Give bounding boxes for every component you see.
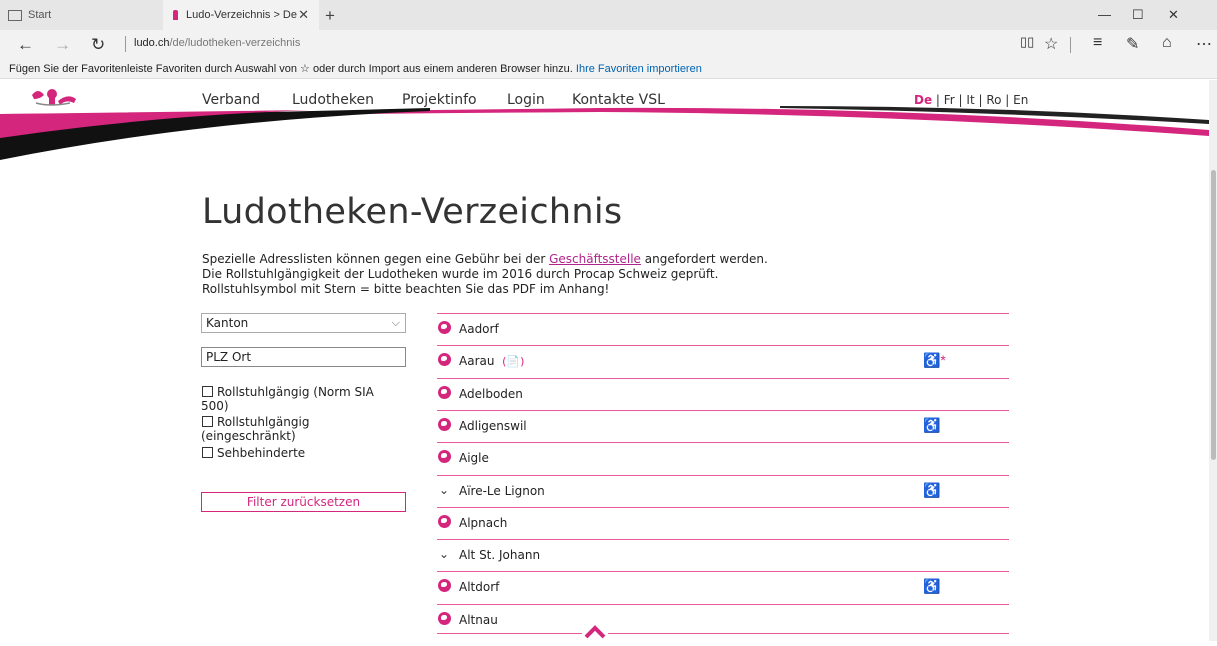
- favorite-star-icon[interactable]: ☆: [1044, 34, 1058, 54]
- url-divider: [125, 36, 126, 52]
- globe-icon[interactable]: [438, 321, 451, 334]
- page-title: Ludotheken-Verzeichnis: [202, 192, 623, 232]
- chevron-down-icon[interactable]: ⌄: [439, 547, 449, 561]
- chevron-down-icon: ⌵: [391, 316, 400, 329]
- intro-text: Spezielle Adresslisten können gegen eine…: [202, 252, 768, 297]
- scroll-to-top-button[interactable]: [582, 623, 608, 641]
- url-host: ludo.ch: [134, 37, 170, 49]
- list-item-name[interactable]: Altnau: [459, 613, 498, 627]
- favorites-bar-text: Fügen Sie der Favoritenleiste Favoriten …: [9, 63, 573, 75]
- list-item-label: Aarau: [459, 354, 495, 368]
- checkbox-box[interactable]: [202, 416, 213, 427]
- globe-icon[interactable]: [438, 418, 451, 431]
- wheelchair-icon: ♿: [923, 482, 941, 498]
- list-item-name[interactable]: Aigle: [459, 451, 489, 465]
- intro-line1-after: angefordert werden.: [640, 252, 768, 266]
- checkbox-box[interactable]: [202, 447, 213, 458]
- globe-icon[interactable]: [438, 353, 451, 366]
- checkbox-rollstuhl-eingeschraenkt[interactable]: Rollstuhlgängig (eingeschränkt): [201, 415, 401, 443]
- kanton-value: Kanton: [206, 316, 249, 330]
- favorites-bar: Fügen Sie der Favoritenleiste Favoriten …: [0, 59, 1217, 79]
- globe-icon[interactable]: [438, 386, 451, 399]
- close-window-button[interactable]: ✕: [1168, 7, 1179, 23]
- checkbox-sehbehinderte[interactable]: Sehbehinderte: [201, 446, 401, 460]
- list-item[interactable]: Altnau: [437, 604, 1009, 636]
- tab-start-label: Start: [28, 9, 52, 21]
- favicon-icon: [173, 10, 178, 20]
- list-item[interactable]: ⌄ Alt St. Johann: [437, 539, 1009, 571]
- forward-button[interactable]: →: [54, 35, 71, 55]
- list-item-name[interactable]: Alt St. Johann: [459, 548, 540, 562]
- url-input[interactable]: ludo.ch/de/ludotheken-verzeichnis: [134, 37, 300, 49]
- checkbox-rollstuhl-sia500[interactable]: Rollstuhlgängig (Norm SIA 500): [201, 385, 401, 413]
- checkbox-box[interactable]: [202, 386, 213, 397]
- list-item[interactable]: Adligenswil ♿: [437, 410, 1009, 442]
- hub-icon[interactable]: ≡: [1093, 34, 1102, 52]
- list-item[interactable]: Aarau (📄) ♿*: [437, 345, 1009, 377]
- list-item[interactable]: Aigle: [437, 442, 1009, 474]
- list-item[interactable]: Alpnach: [437, 507, 1009, 539]
- web-note-icon[interactable]: ✎: [1126, 34, 1139, 54]
- list-item[interactable]: Altdorf ♿: [437, 571, 1009, 603]
- globe-icon[interactable]: [438, 515, 451, 528]
- toolbar-divider: [1070, 37, 1071, 53]
- url-path: /de/ludotheken-verzeichnis: [169, 37, 301, 49]
- globe-icon[interactable]: [438, 579, 451, 592]
- intro-line2: Die Rollstuhlgängigkeit der Ludotheken w…: [202, 267, 719, 281]
- plz-ort-input[interactable]: PLZ Ort: [201, 347, 406, 367]
- new-tab-button[interactable]: +: [325, 6, 335, 26]
- list-item-name[interactable]: Adelboden: [459, 387, 523, 401]
- header-swoosh: [0, 106, 1209, 160]
- tab-close-icon[interactable]: ✕: [298, 7, 309, 23]
- import-favorites-link[interactable]: Ihre Favoriten importieren: [576, 63, 702, 75]
- maximize-button[interactable]: ☐: [1132, 7, 1144, 23]
- intro-line1-before: Spezielle Adresslisten können gegen eine…: [202, 252, 550, 266]
- tab-start[interactable]: Start: [0, 0, 163, 30]
- filter-reset-button[interactable]: Filter zurücksetzen: [201, 492, 406, 512]
- list-item[interactable]: Adelboden: [437, 378, 1009, 410]
- chevron-down-icon[interactable]: ⌄: [439, 483, 449, 497]
- wheelchair-star-icon: ♿*: [923, 352, 946, 368]
- list-item-name[interactable]: Aadorf: [459, 322, 499, 336]
- list-bottom-line: [437, 633, 1009, 634]
- globe-icon[interactable]: [438, 612, 451, 625]
- kanton-select[interactable]: Kanton ⌵: [201, 313, 406, 333]
- more-icon[interactable]: ⋯: [1196, 34, 1212, 54]
- reading-view-icon[interactable]: ▯▯: [1020, 34, 1034, 50]
- list-item-name[interactable]: Aïre-Le Lignon: [459, 484, 545, 498]
- start-page-icon: [8, 9, 22, 21]
- list-item[interactable]: ⌄ Aïre-Le Lignon ♿: [437, 475, 1009, 507]
- back-button[interactable]: ←: [17, 35, 34, 55]
- scrollbar-thumb[interactable]: [1211, 170, 1216, 460]
- checkbox-label: Rollstuhlgängig (Norm SIA 500): [201, 385, 374, 413]
- list-item-name[interactable]: Adligenswil: [459, 419, 527, 433]
- minimize-button[interactable]: —: [1098, 7, 1111, 22]
- pdf-icon[interactable]: (📄): [502, 355, 524, 368]
- globe-icon[interactable]: [438, 450, 451, 463]
- chevron-up-icon: [584, 625, 606, 639]
- list-item-name[interactable]: Alpnach: [459, 516, 507, 530]
- geschaeftsstelle-link[interactable]: Geschäftsstelle: [549, 252, 641, 266]
- list-item-name[interactable]: Aarau (📄): [459, 354, 524, 368]
- intro-line3: Rollstuhlsymbol mit Stern = bitte beacht…: [202, 282, 610, 296]
- share-icon[interactable]: ⌂: [1162, 34, 1172, 52]
- list-item[interactable]: Aadorf: [437, 313, 1009, 345]
- checkbox-label: Rollstuhlgängig (eingeschränkt): [201, 415, 310, 443]
- checkbox-label: Sehbehinderte: [217, 446, 306, 460]
- wheelchair-icon: ♿: [923, 417, 941, 433]
- wheelchair-icon: ♿: [923, 578, 941, 594]
- list-item-name[interactable]: Altdorf: [459, 580, 499, 594]
- refresh-button[interactable]: ↻: [91, 35, 105, 55]
- tab-active-label: Ludo-Verzeichnis > De: [186, 9, 297, 21]
- tab-ludo-verzeichnis[interactable]: Ludo-Verzeichnis > De ✕: [163, 0, 319, 30]
